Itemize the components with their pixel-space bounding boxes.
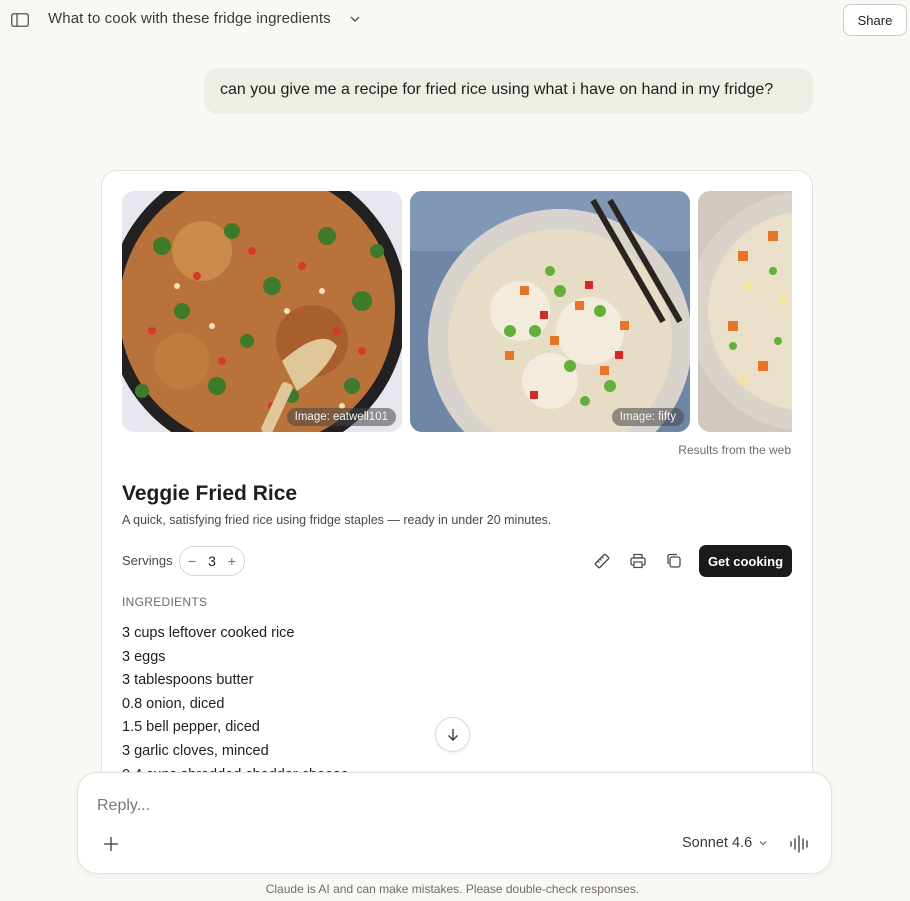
share-button[interactable]: Share (843, 4, 907, 36)
plus-icon (104, 837, 118, 851)
reply-input[interactable] (97, 795, 697, 817)
servings-value: 3 (208, 553, 216, 569)
decrement-button[interactable]: − (188, 553, 196, 569)
get-cooking-button[interactable]: Get cooking (699, 545, 792, 577)
recipe-card: Image: eatwell101 Image: fifty Results f… (101, 170, 813, 810)
recipe-description: A quick, satisfying fried rice using fri… (122, 513, 552, 527)
sidebar-toggle-icon[interactable] (10, 10, 30, 30)
reply-composer: Sonnet 4.6 (77, 772, 832, 874)
results-from-web-label: Results from the web (678, 443, 791, 457)
add-attachment-button[interactable] (100, 833, 122, 855)
increment-button[interactable]: + (228, 553, 236, 569)
image-caption: Image: eatwell101 (286, 408, 396, 426)
ingredients-header: INGREDIENTS (122, 595, 208, 609)
ruler-icon[interactable] (592, 551, 612, 571)
ingredients-list: 3 cups leftover cooked rice 3 eggs 3 tab… (122, 623, 349, 788)
top-bar: What to cook with these fridge ingredien… (0, 0, 910, 40)
ingredient-item: 3 cups leftover cooked rice (122, 625, 295, 641)
image-gallery[interactable]: Image: eatwell101 Image: fifty (122, 191, 792, 432)
recipe-title: Veggie Fried Rice (122, 482, 298, 505)
user-message: can you give me a recipe for fried rice … (204, 68, 813, 114)
ingredient-item: 0.8 onion, diced (122, 695, 225, 712)
arrow-down-icon (447, 728, 458, 741)
waveform-icon (790, 835, 808, 853)
servings-stepper: − 3 + (179, 546, 245, 576)
ingredient-item: 3 eggs (122, 648, 166, 665)
gallery-image[interactable]: Image: eatwell101 (122, 191, 402, 432)
copy-icon[interactable] (664, 551, 684, 571)
ingredient-item: 3 garlic cloves, minced (122, 742, 269, 759)
disclaimer-text: Claude is AI and can make mistakes. Plea… (265, 882, 640, 896)
gallery-image[interactable]: Image: fifty (410, 191, 690, 432)
ingredient-item: 1.5 bell pepper, diced (122, 719, 260, 736)
scroll-to-bottom-button[interactable] (435, 717, 470, 752)
gallery-image[interactable] (698, 191, 792, 432)
ingredient-item: 3 tablespoons butter (122, 672, 254, 689)
conversation-title[interactable]: What to cook with these fridge ingredien… (48, 10, 331, 27)
chevron-down-icon (759, 841, 767, 846)
model-selector[interactable]: Sonnet 4.6 (682, 835, 768, 851)
chevron-down-icon[interactable] (348, 12, 362, 26)
servings-label: Servings (122, 553, 173, 568)
printer-icon[interactable] (628, 551, 648, 571)
voice-mode-button[interactable] (788, 833, 812, 855)
model-name: Sonnet 4.6 (682, 835, 753, 851)
image-caption: Image: fifty (611, 408, 684, 426)
